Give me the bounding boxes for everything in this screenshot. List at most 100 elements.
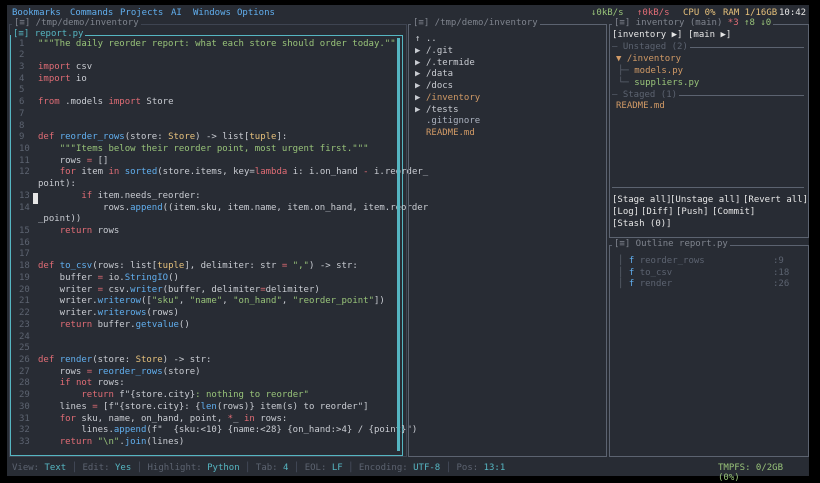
chevron-right-icon: ▶ [415,69,421,80]
explorer-item[interactable]: ▶ /.git [415,46,453,58]
code-line[interactable]: writer.writerows(rows) [38,308,179,320]
menu-ai[interactable]: AI [171,8,182,18]
unstage-all-button[interactable]: [Unstage all] [670,195,740,207]
code-token: _ [233,413,244,424]
menu-bookmarks[interactable]: Bookmarks [12,8,61,18]
editor-panel[interactable]: [≡] report.py 1 """The daily reorder repo… [10,29,428,456]
code-token: (rows) [146,308,179,319]
code-token: in [243,413,255,424]
menu-projects[interactable]: Projects [120,8,163,18]
code-token: ]) [374,296,385,307]
menu-commands[interactable]: Commands [70,8,113,18]
code-line[interactable]: lines = [f"{store.city}: {len(rows)} ite… [38,402,369,414]
code-line[interactable]: import csv [38,62,92,74]
code-token: Store [135,354,163,365]
code-token: i: i.on_hand [287,167,364,178]
code-line[interactable]: import io [38,74,87,86]
outline-item[interactable]: │ f render [618,279,672,291]
line-number: 15 [19,226,30,237]
code-line[interactable]: _point)) [38,214,81,226]
code-line[interactable]: for sku, name, on_hand, point, *_ in row… [38,413,288,426]
explorer-item[interactable]: README.md [415,128,475,140]
code-line[interactable]: """The daily reorder report: what each s… [38,39,401,51]
code-line[interactable]: from .models import Store [38,97,174,109]
code-line[interactable]: rows = reorder_rows(store) [38,367,201,379]
explorer-item[interactable]: ▶ /docs [415,81,453,93]
code-line[interactable]: def reorder_rows(store: Store) -> list[t… [38,132,287,144]
tree-guide: │ [618,279,629,290]
code-line[interactable]: return f"{store.city}: nothing to reorde… [38,390,309,402]
log-button[interactable]: [Log] [612,207,639,219]
code-line[interactable]: point): [38,179,76,191]
code-token: "sku" [151,296,179,307]
outline-item[interactable]: │ f reorder_rows [618,256,705,268]
code-token: StringIO [124,272,169,283]
editor-scrollbar[interactable] [397,38,400,451]
unstaged-file-row[interactable]: ├─ models.py [618,66,683,78]
explorer-item[interactable]: ▶ /data [415,69,453,81]
editor-file-tab[interactable]: [≡] report.py [11,29,86,39]
code-token: ) -> str: [162,354,212,365]
code-token: writerow [97,296,141,307]
status-value: Yes [114,463,132,473]
push-button[interactable]: [Push] [676,207,709,219]
code-line[interactable]: writer.writerow(["sku", "name", "on_hand… [38,296,385,308]
unstaged-file-row[interactable]: └─ suppliers.py [618,78,699,90]
staged-file[interactable]: README.md [616,101,665,113]
file-explorer-panel[interactable]: [≡] /tmp/demo/inventory ↑ .. ▶ /.git ▶ /.te… [408,18,607,457]
code-line[interactable]: buffer = io.StringIO() [38,273,179,285]
explorer-item[interactable]: .gitignore [415,116,480,128]
revert-all-button[interactable]: [Revert all] [743,195,808,207]
code-line[interactable]: rows = [] [38,156,109,168]
outline-item[interactable]: │ f to_csv [618,268,672,280]
code-line[interactable]: for item in sorted(store.items, key=lamb… [38,167,429,179]
code-token: len [200,401,217,412]
chevron-right-icon: ▶ [415,46,421,56]
stage-all-button[interactable]: [Stage all] [612,195,672,207]
code-line[interactable]: writer = csv.writer(buffer, delimiter=de… [38,285,320,297]
code-line[interactable]: return "\n".join(lines) [38,437,185,449]
code-line[interactable]: return buffer.getvalue() [38,320,190,332]
line-number: 1 [19,38,25,49]
line-number: 7 [19,108,25,119]
unstaged-folder[interactable]: ▼ /inventory [616,54,681,66]
diff-button[interactable]: [Diff] [641,207,674,219]
code-token: (store: [92,354,136,365]
branch-select-button[interactable]: [main ▶] [688,30,731,42]
explorer-item[interactable]: ▶ /.termide [415,58,475,70]
git-panel[interactable]: [≡] inventory (main) *3 ↑8 ↓0 [inventory… [609,18,809,238]
stash-button[interactable]: [Stash (0)] [612,219,672,231]
code-line[interactable]: def render(store: Store) -> str: [38,355,211,367]
code-token: ]: [276,132,288,143]
menu-options[interactable]: Options [237,8,275,18]
outline-panel[interactable]: [≡] Outline report.py │ f reorder_rows:9… [609,239,809,457]
code-token: "reorder_point" [292,296,375,307]
code-line[interactable]: rows.append((item.sku, item.name, item.o… [38,203,428,215]
code-token: writer. [38,296,98,307]
code-token: tuple [249,132,277,143]
status-value: Text [44,463,67,473]
code-line[interactable]: return rows [38,226,120,238]
code-token: item.needs_reorder: [92,190,201,201]
code-token: , [178,296,190,307]
code-line[interactable]: """Items below their reorder point, most… [38,144,369,156]
code-line[interactable]: if item.needs_reorder: [38,190,201,203]
explorer-item[interactable]: ▶ /tests [415,105,459,117]
status-fields: View: Text │ Edit: Yes │ Highlight: Pyth… [12,463,505,473]
code-token: sorted [124,167,158,178]
line-number: 14 [19,202,30,213]
code-line[interactable]: def to_csv(rows: list[tuple], delimiter:… [38,261,358,273]
menu-windows[interactable]: Windows [193,8,231,18]
commit-button[interactable]: [Commit] [712,207,755,219]
explorer-parent-dir[interactable]: ↑ .. [415,34,437,46]
tree-guide: │ [618,256,629,266]
line-number: 6 [19,97,25,108]
file-tab-icon: [≡] [13,29,30,39]
code-line[interactable]: if not rows: [38,378,125,390]
code-line[interactable]: lines.append(f" {sku:<10} {name:<28} {on… [38,425,417,437]
explorer-item[interactable]: ▶ /inventory [415,93,480,105]
repo-select-button[interactable]: [inventory ▶] [612,30,682,42]
